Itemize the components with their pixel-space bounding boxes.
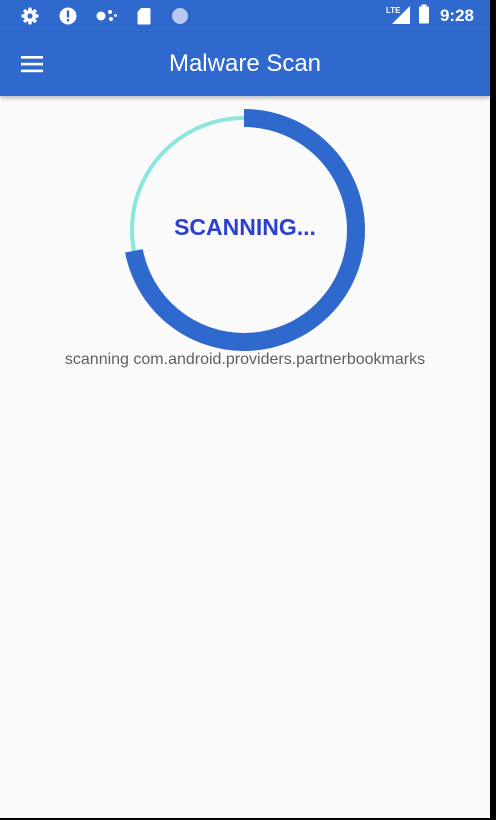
scan-progress-ring (123, 109, 365, 351)
app-screen: LTE 9:28 Malware Scan SCANNING... scanni… (0, 0, 490, 818)
scan-status-text: SCANNING... (174, 214, 316, 240)
scan-detail-text: scanning com.android.providers.partnerbo… (64, 351, 426, 368)
